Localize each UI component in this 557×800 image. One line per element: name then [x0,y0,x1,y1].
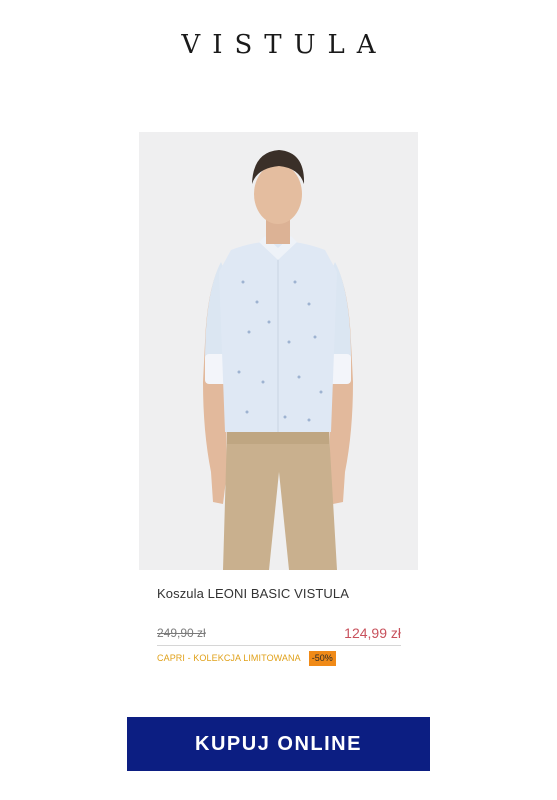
brand-logo[interactable]: VISTULA [0,30,557,60]
promo-row: CAPRI - KOLEKCJA LIMITOWANA -50% [157,650,336,666]
sale-price: 124,99 zł [344,625,401,641]
buy-online-button[interactable]: KUPUJ ONLINE [127,717,430,771]
old-price: 249,90 zł [157,626,206,640]
product-name[interactable]: Koszula LEONI BASIC VISTULA [157,586,349,601]
price-row: 249,90 zł 124,99 zł [157,625,401,646]
discount-badge: -50% [308,650,336,666]
promo-label: CAPRI - KOLEKCJA LIMITOWANA [157,653,301,663]
model-photo-illustration [139,132,418,570]
product-image[interactable] [139,132,418,570]
